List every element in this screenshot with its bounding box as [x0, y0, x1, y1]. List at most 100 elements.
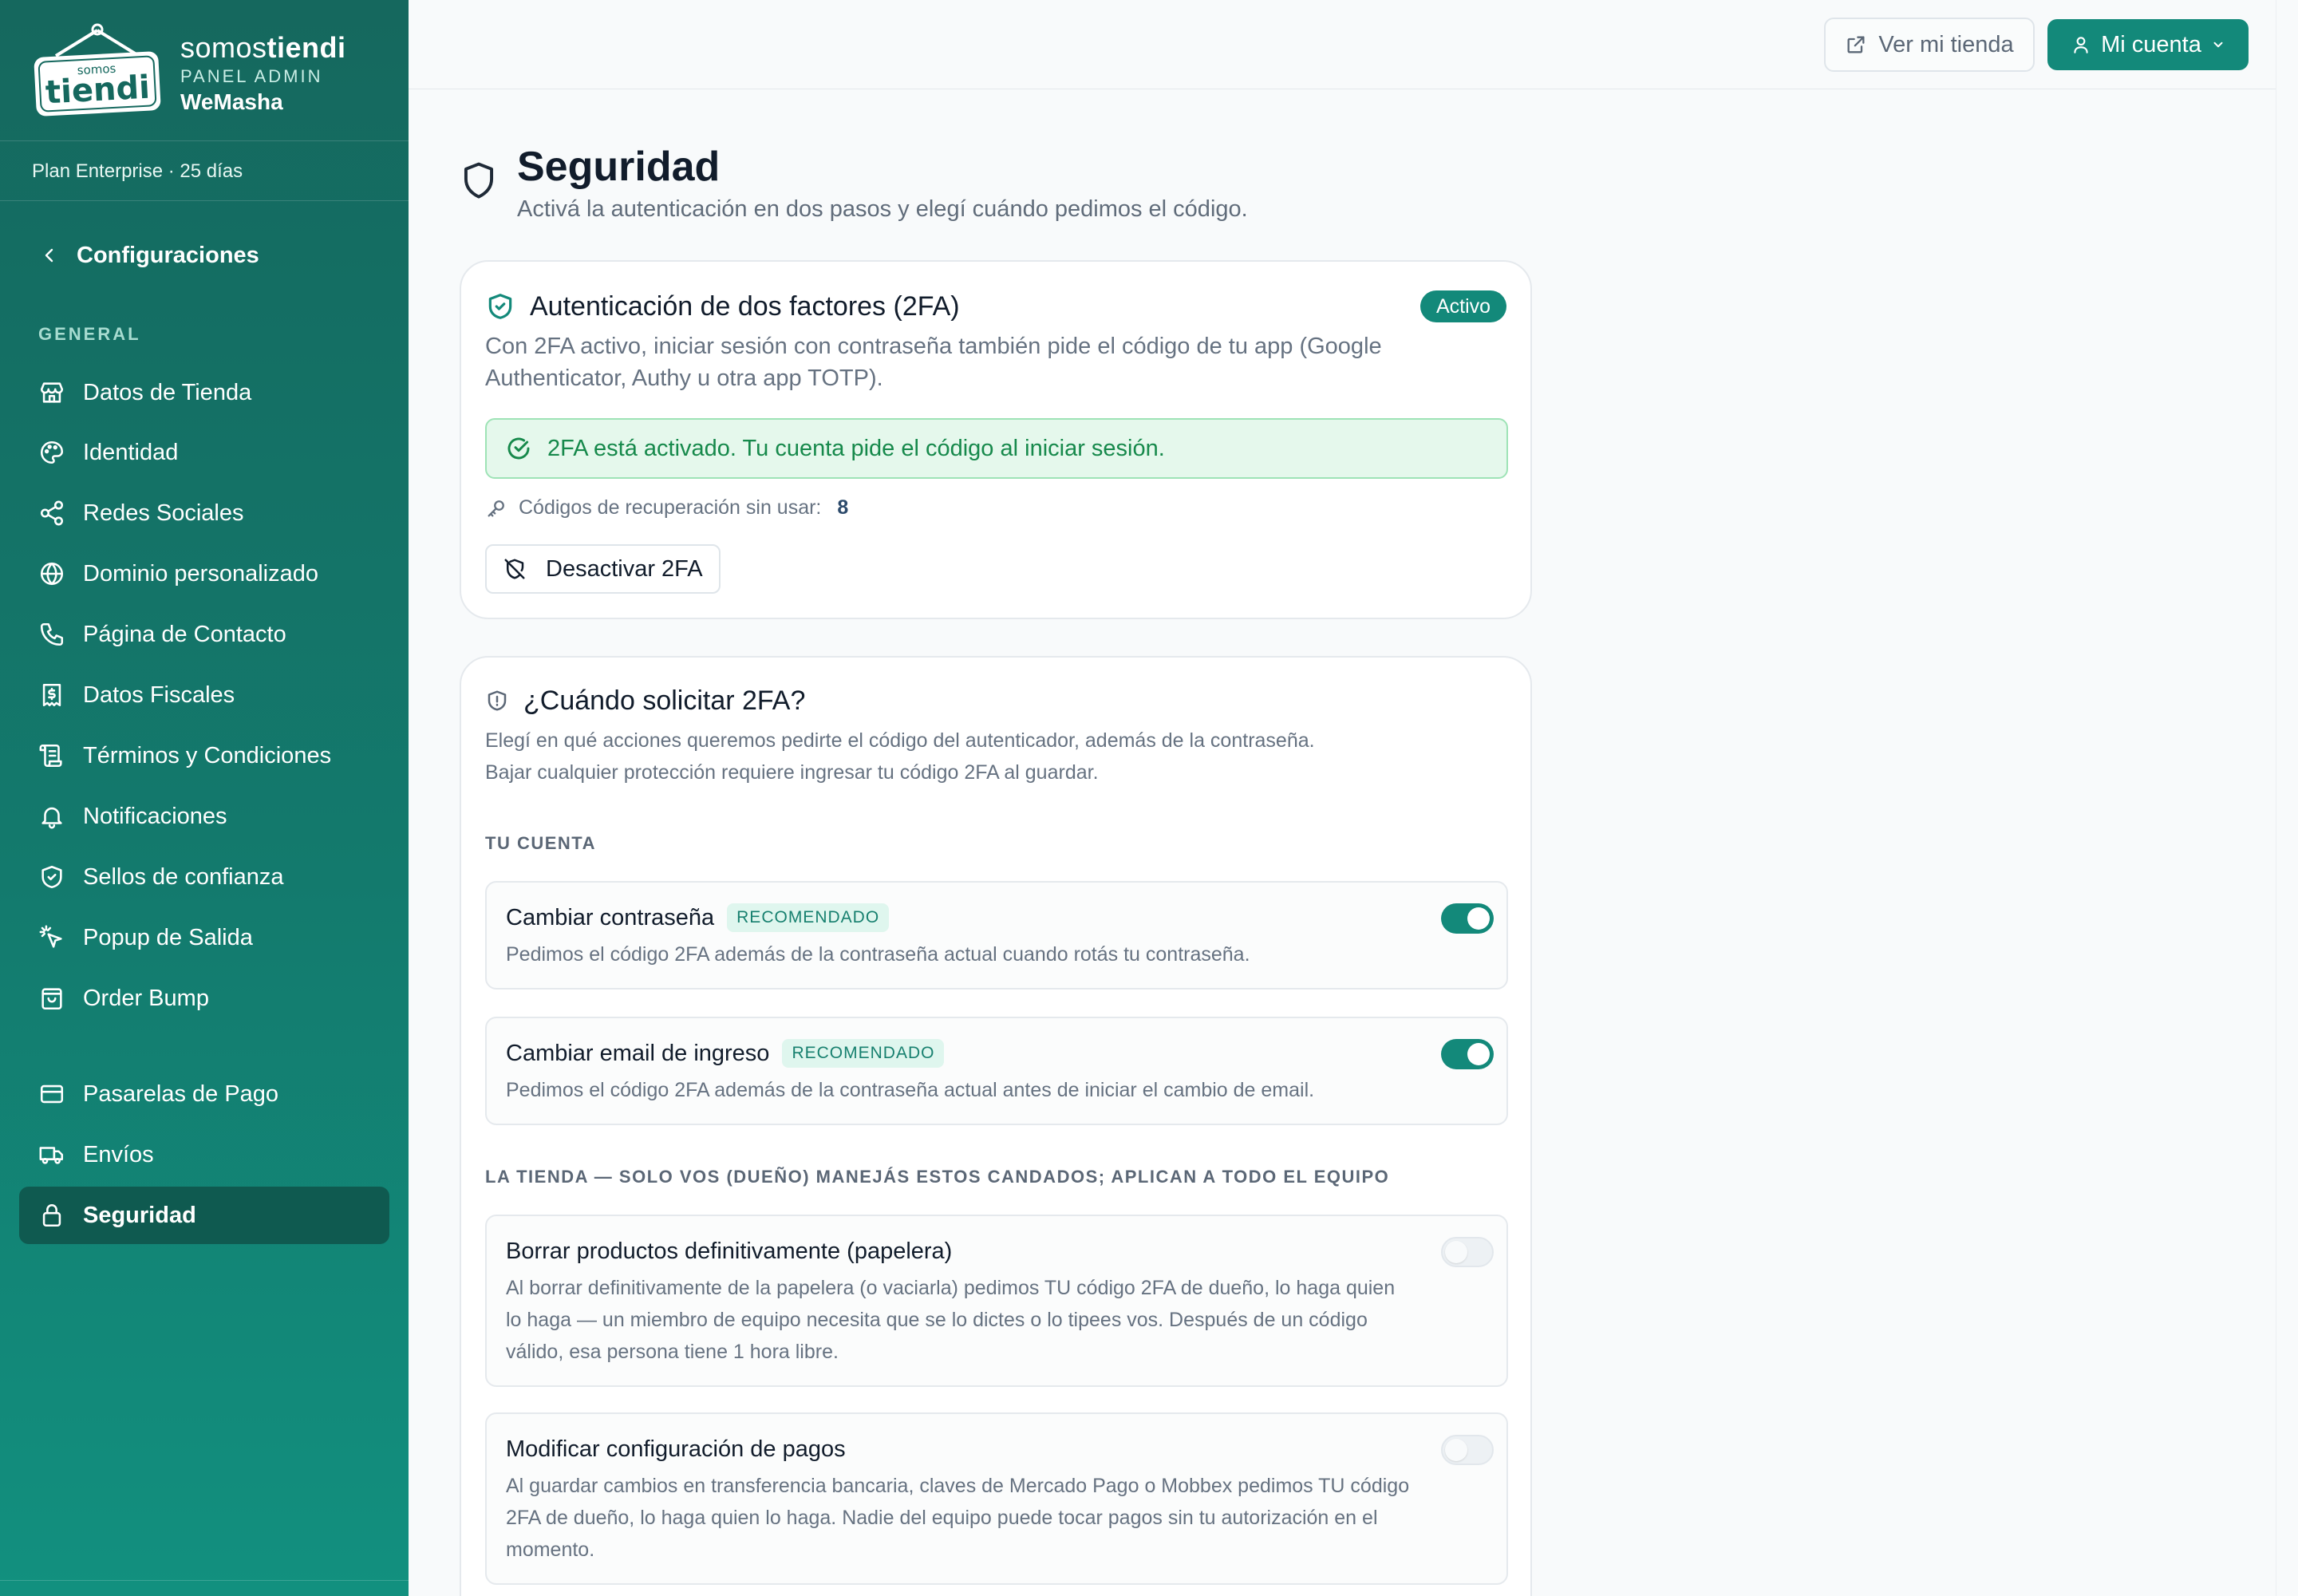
sidebar-item-label: Datos Fiscales	[83, 681, 235, 708]
nav-group-label: GENERAL	[38, 324, 141, 344]
sidebar-item-label: Sellos de confianza	[83, 863, 284, 890]
option-title-row: Cambiar email de ingreso RECOMENDADO	[506, 1036, 945, 1071]
payment-settings-toggle[interactable]	[1441, 1435, 1494, 1465]
page-subtitle: Activá la autenticación en dos pasos y e…	[517, 196, 1248, 222]
sidebar-item-label: Identidad	[83, 439, 179, 465]
twofa-enabled-notice: 2FA está activado. Tu cuenta pide el cód…	[485, 418, 1508, 479]
sidebar-item-envios[interactable]: Envíos	[19, 1126, 389, 1183]
disable-2fa-label: Desactivar 2FA	[546, 555, 703, 582]
sidebar-item-datos-fiscales[interactable]: Datos Fiscales	[19, 666, 389, 724]
sidebar-item-redes-sociales[interactable]: Redes Sociales	[19, 484, 389, 542]
sidebar-item-datos-de-tienda[interactable]: Datos de Tienda	[19, 364, 389, 421]
sidebar-item-seguridad[interactable]: Seguridad	[19, 1187, 389, 1244]
option-title: Cambiar email de ingreso	[506, 1041, 770, 1066]
recovery-codes-label: Códigos de recuperación sin usar:	[519, 496, 822, 519]
twofa-card-description: Con 2FA activo, iniciar sesión con contr…	[485, 334, 1382, 391]
brand[interactable]: somos tiendi somostiendi PANEL ADMIN WeM…	[32, 22, 383, 124]
phone-icon	[40, 622, 64, 646]
disable-2fa-button[interactable]: Desactivar 2FA	[485, 544, 721, 594]
brand-text: somostiendi PANEL ADMIN WeMasha	[180, 32, 346, 117]
shield-alert-icon	[488, 690, 507, 711]
sidebar-item-pagina-de-contacto[interactable]: Página de Contacto	[19, 606, 389, 663]
my-account-label: Mi cuenta	[2101, 31, 2201, 57]
sidebar-item-terminos-y-condiciones[interactable]: Términos y Condiciones	[19, 727, 389, 784]
option-title-row: Borrar productos definitivamente (papele…	[506, 1234, 952, 1269]
back-to-settings-link[interactable]: Configuraciones	[40, 238, 259, 273]
recommended-badge: RECOMENDADO	[727, 903, 890, 932]
sidebar-item-label: Popup de Salida	[83, 924, 253, 950]
option-description: Al borrar definitivamente de la papelera…	[506, 1277, 1396, 1363]
option-change-password: Cambiar contraseña RECOMENDADO Pedimos e…	[485, 881, 1508, 990]
pointer-click-icon	[39, 925, 62, 948]
palette-icon	[40, 440, 64, 464]
user-icon	[2074, 37, 2088, 53]
sidebar-item-dominio-personalizado[interactable]: Dominio personalizado	[19, 545, 389, 602]
scroll-icon	[39, 744, 62, 768]
globe-icon	[40, 562, 64, 586]
sidebar-item-label: Seguridad	[83, 1202, 196, 1228]
option-change-email: Cambiar email de ingreso RECOMENDADO Ped…	[485, 1017, 1508, 1125]
change-password-toggle[interactable]	[1441, 903, 1494, 934]
sidebar-divider	[0, 1580, 409, 1581]
when-card-title: ¿Cuándo solicitar 2FA?	[523, 685, 806, 716]
toggle-knob	[1467, 1043, 1490, 1065]
sidebar-item-pasarelas-de-pago[interactable]: Pasarelas de Pago	[19, 1065, 389, 1123]
my-account-button[interactable]: Mi cuenta	[2047, 19, 2249, 70]
when-card-description-2: Bajar cualquier protección requiere ingr…	[485, 761, 1099, 784]
plan-status: Plan Enterprise · 25 días	[0, 140, 409, 201]
store-sign-logo-icon: somos tiendi	[34, 23, 161, 117]
section-label-account: TU CUENTA	[485, 833, 596, 853]
option-title: Modificar configuración de pagos	[506, 1436, 846, 1462]
receipt-icon	[42, 683, 61, 707]
change-email-toggle[interactable]	[1441, 1039, 1494, 1069]
option-description: Pedimos el código 2FA además de la contr…	[506, 943, 1250, 966]
shield-check-icon	[488, 294, 512, 319]
sidebar-item-notificaciones[interactable]: Notificaciones	[19, 788, 389, 845]
sidebar-item-label: Envíos	[83, 1141, 154, 1167]
back-link-label: Configuraciones	[77, 242, 259, 268]
recovery-codes-count: 8	[837, 496, 849, 519]
option-title-row: Cambiar contraseña RECOMENDADO	[506, 900, 890, 935]
sidebar-item-sellos-de-confianza[interactable]: Sellos de confianza	[19, 848, 389, 906]
option-title-row: Modificar configuración de pagos	[506, 1432, 846, 1467]
option-description: Pedimos el código 2FA además de la contr…	[506, 1079, 1315, 1101]
toggle-knob	[1445, 1439, 1467, 1461]
recommended-badge: RECOMENDADO	[782, 1039, 945, 1068]
truck-icon	[39, 1147, 64, 1164]
option-payment-settings: Modificar configuración de pagos Al guar…	[485, 1412, 1508, 1585]
sidebar-item-label: Términos y Condiciones	[83, 742, 332, 768]
panel-label: PANEL ADMIN	[180, 66, 323, 86]
key-icon	[488, 500, 504, 516]
shield-off-icon	[504, 559, 525, 579]
view-store-button[interactable]: Ver mi tienda	[1824, 18, 2035, 72]
option-title: Borrar productos definitivamente (papele…	[506, 1238, 953, 1264]
sidebar-item-label: Redes Sociales	[83, 500, 244, 526]
when-to-request-2fa-card: ¿Cuándo solicitar 2FA? Elegí en qué acci…	[460, 656, 1532, 1596]
shield-check-icon	[41, 865, 62, 889]
shield-icon	[464, 162, 494, 199]
sidebar-item-identidad[interactable]: Identidad	[19, 424, 389, 481]
external-link-icon	[1847, 36, 1865, 53]
page-title: Seguridad	[517, 144, 721, 190]
section-label-store: LA TIENDA — SOLO VOS (DUEÑO) MANEJÁS EST…	[485, 1167, 1390, 1187]
brand-name: somostiendi	[180, 31, 346, 64]
store-icon	[40, 382, 64, 403]
sidebar-item-popup-de-salida[interactable]: Popup de Salida	[19, 909, 389, 966]
sidebar: somos tiendi somostiendi PANEL ADMIN WeM…	[0, 0, 409, 1596]
recovery-codes-info: Códigos de recuperación sin usar: 8	[485, 496, 848, 519]
when-card-header: ¿Cuándo solicitar 2FA?	[485, 683, 805, 718]
sidebar-item-label: Dominio personalizado	[83, 560, 318, 587]
credit-card-icon	[40, 1084, 64, 1104]
delete-products-toggle[interactable]	[1441, 1237, 1494, 1267]
status-badge: Activo	[1420, 290, 1507, 322]
sidebar-item-label: Página de Contacto	[83, 621, 286, 647]
toggle-knob	[1445, 1241, 1467, 1263]
lock-icon	[42, 1204, 61, 1227]
check-circle-icon	[507, 437, 530, 460]
sidebar-item-label: Notificaciones	[83, 803, 227, 829]
sidebar-item-label: Order Bump	[83, 985, 209, 1011]
twofa-card-header: Autenticación de dos factores (2FA)	[485, 289, 960, 324]
view-store-label: Ver mi tienda	[1878, 31, 2014, 57]
twofa-card: Autenticación de dos factores (2FA) Acti…	[460, 260, 1532, 619]
sidebar-item-order-bump[interactable]: Order Bump	[19, 970, 389, 1027]
